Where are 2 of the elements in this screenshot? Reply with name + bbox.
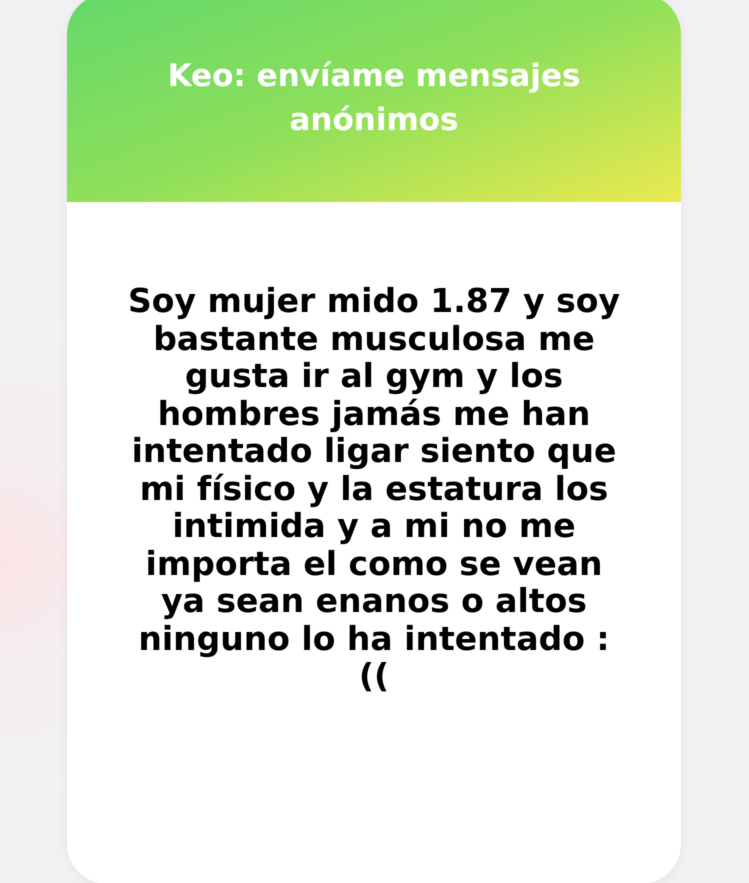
card-title: Keo: envíame mensajes anónimos <box>166 57 582 140</box>
message-text: Soy mujer mido 1.87 y soy bastante musculosa me gusta ir al gym y los hombres jamás me han intentado ligar siento que mi físico y la estatura los intimida y a mi no me importa el como se vean ya sean enanos o altos ninguno lo ha intentado :(( <box>127 282 621 697</box>
